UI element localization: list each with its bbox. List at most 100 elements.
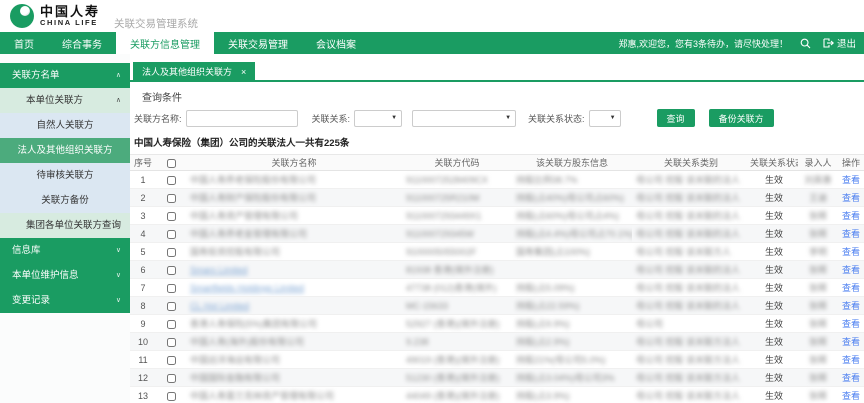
cell-party-name: CL Hot Limited — [186, 297, 402, 315]
cell-relation-status: 生效 — [750, 333, 798, 351]
cell-entry-person: 张辉 — [798, 333, 838, 351]
view-link[interactable]: 查看 — [842, 229, 860, 239]
row-checkbox[interactable] — [167, 356, 176, 365]
cell-party-name: Smartfields Holdings Limited — [186, 279, 402, 297]
sidebar-item-4[interactable]: 待审核关联方 — [0, 163, 130, 188]
logout-button[interactable]: 退出 — [823, 36, 856, 50]
nav-item-3[interactable]: 关联交易管理 — [214, 32, 302, 54]
row-checkbox[interactable] — [167, 374, 176, 383]
cell-party-code: 91100072528409CX — [402, 171, 512, 189]
cell-shareholder-info: 持股(占3.9%) — [512, 387, 632, 403]
logout-label: 退出 — [837, 36, 856, 50]
sidebar-item-label: 关联方备份 — [41, 195, 89, 206]
sidebar-item-9[interactable]: 变更记录∨ — [0, 288, 130, 313]
row-checkbox[interactable] — [167, 176, 176, 185]
cell-party-name: Smars Limited — [186, 261, 402, 279]
row-checkbox[interactable] — [167, 266, 176, 275]
table-row: 11中国远洋海运有限公司49019 (香港)(境外注册)持股21%(母公司5.0… — [130, 351, 864, 369]
view-link[interactable]: 查看 — [842, 193, 860, 203]
relation-sub-select[interactable]: ▼ — [412, 110, 516, 127]
sidebar-item-7[interactable]: 信息库∨ — [0, 238, 130, 263]
cell-shareholder-info: 持股(占2.9%) — [512, 333, 632, 351]
row-checkbox[interactable] — [167, 248, 176, 257]
cell-entry-person: 张辉 — [798, 279, 838, 297]
view-link[interactable]: 查看 — [842, 247, 860, 257]
sidebar-item-label: 本单位维护信息 — [12, 270, 79, 281]
sidebar-item-0[interactable]: 关联方名单∧ — [0, 63, 130, 88]
cell-party-code: 911000725R210M — [402, 189, 512, 207]
cell-checkbox — [156, 315, 186, 333]
tab-close-icon[interactable]: × — [241, 62, 246, 82]
cell-index: 7 — [130, 279, 156, 297]
sidebar-item-label: 变更记录 — [12, 295, 50, 306]
select-all-checkbox[interactable] — [167, 159, 176, 168]
sidebar-item-3[interactable]: 法人及其他组织关联方 — [0, 138, 130, 163]
cell-index: 13 — [130, 387, 156, 403]
view-link[interactable]: 查看 — [842, 301, 860, 311]
cell-relation-category: 母公司 控股 该关联的法人 — [632, 297, 750, 315]
cell-index: 11 — [130, 351, 156, 369]
cell-operation: 查看 — [838, 225, 864, 243]
nav-item-4[interactable]: 会议档案 — [302, 32, 370, 54]
col-operation: 操作 — [838, 155, 864, 171]
row-checkbox[interactable] — [167, 320, 176, 329]
cell-operation: 查看 — [838, 171, 864, 189]
relation-status-select[interactable]: ▼ — [589, 110, 621, 127]
china-life-logo-icon — [10, 4, 34, 28]
cell-relation-status: 生效 — [750, 279, 798, 297]
relation-select[interactable]: ▼ — [354, 110, 402, 127]
view-link[interactable]: 查看 — [842, 391, 860, 401]
backup-related-party-button[interactable]: 备份关联方 — [709, 109, 774, 127]
row-checkbox[interactable] — [167, 194, 176, 203]
view-link[interactable]: 查看 — [842, 211, 860, 221]
row-checkbox[interactable] — [167, 230, 176, 239]
sidebar-item-5[interactable]: 关联方备份 — [0, 188, 130, 213]
nav-item-2[interactable]: 关联方信息管理 — [116, 32, 214, 54]
row-checkbox[interactable] — [167, 392, 176, 401]
cell-operation: 查看 — [838, 297, 864, 315]
row-checkbox[interactable] — [167, 338, 176, 347]
view-link[interactable]: 查看 — [842, 175, 860, 185]
view-link[interactable]: 查看 — [842, 265, 860, 275]
logo-chinese-name: 中国人寿 — [40, 5, 100, 18]
search-icon[interactable] — [800, 38, 811, 49]
sidebar-item-6[interactable]: 集团各单位关联方查询 — [0, 213, 130, 238]
search-button[interactable]: 查询 — [657, 109, 695, 127]
view-link[interactable]: 查看 — [842, 319, 860, 329]
cell-relation-status: 生效 — [750, 261, 798, 279]
sidebar-item-label: 自然人关联方 — [36, 120, 93, 131]
chevron-down-icon: ▼ — [391, 115, 397, 121]
party-name-input[interactable] — [186, 110, 298, 127]
cell-entry-person: 张辉 — [798, 297, 838, 315]
cell-index: 8 — [130, 297, 156, 315]
sidebar-item-1[interactable]: 本单位关联方∧ — [0, 88, 130, 113]
nav-item-1[interactable]: 综合事务 — [48, 32, 116, 54]
sidebar-item-label: 本单位关联方 — [26, 95, 83, 106]
col-shareholder-info: 该关联方股东信息 — [512, 155, 632, 171]
row-checkbox[interactable] — [167, 284, 176, 293]
cell-checkbox — [156, 207, 186, 225]
chevron-down-icon: ∨ — [116, 263, 121, 288]
nav-item-0[interactable]: 首页 — [0, 32, 48, 54]
cell-checkbox — [156, 387, 186, 403]
query-form: 关联方名称: 关联关系: ▼ ▼ 关联关系状态: ▼ 查询 备份关联方 — [130, 109, 864, 127]
sidebar-item-label: 关联方名单 — [12, 70, 60, 81]
sidebar-item-2[interactable]: 自然人关联方 — [0, 113, 130, 138]
sidebar-item-8[interactable]: 本单位维护信息 ∨ — [0, 263, 130, 288]
view-link[interactable]: 查看 — [842, 355, 860, 365]
table-row: 1中国人寿养老保险股份有限公司91100072528409CX持股比例38.7%… — [130, 171, 864, 189]
body-row: 关联方名单∧本单位关联方∧自然人关联方法人及其他组织关联方待审核关联方关联方备份… — [0, 54, 864, 403]
view-link[interactable]: 查看 — [842, 283, 860, 293]
view-link[interactable]: 查看 — [842, 337, 860, 347]
tab-legal-person-related-party[interactable]: 法人及其他组织关联方 × — [133, 62, 255, 82]
cell-relation-status: 生效 — [750, 171, 798, 189]
row-checkbox[interactable] — [167, 302, 176, 311]
view-link[interactable]: 查看 — [842, 373, 860, 383]
cell-party-code: 911000729345W — [402, 225, 512, 243]
tab-label: 法人及其他组织关联方 — [142, 62, 232, 82]
row-checkbox[interactable] — [167, 212, 176, 221]
chevron-down-icon: ▼ — [610, 115, 616, 121]
cell-relation-category: 母公司 控股 该关联方法人 — [632, 387, 750, 403]
cell-shareholder-info: 持股(占9.9%) — [512, 315, 632, 333]
cell-entry-person: 张辉 — [798, 207, 838, 225]
